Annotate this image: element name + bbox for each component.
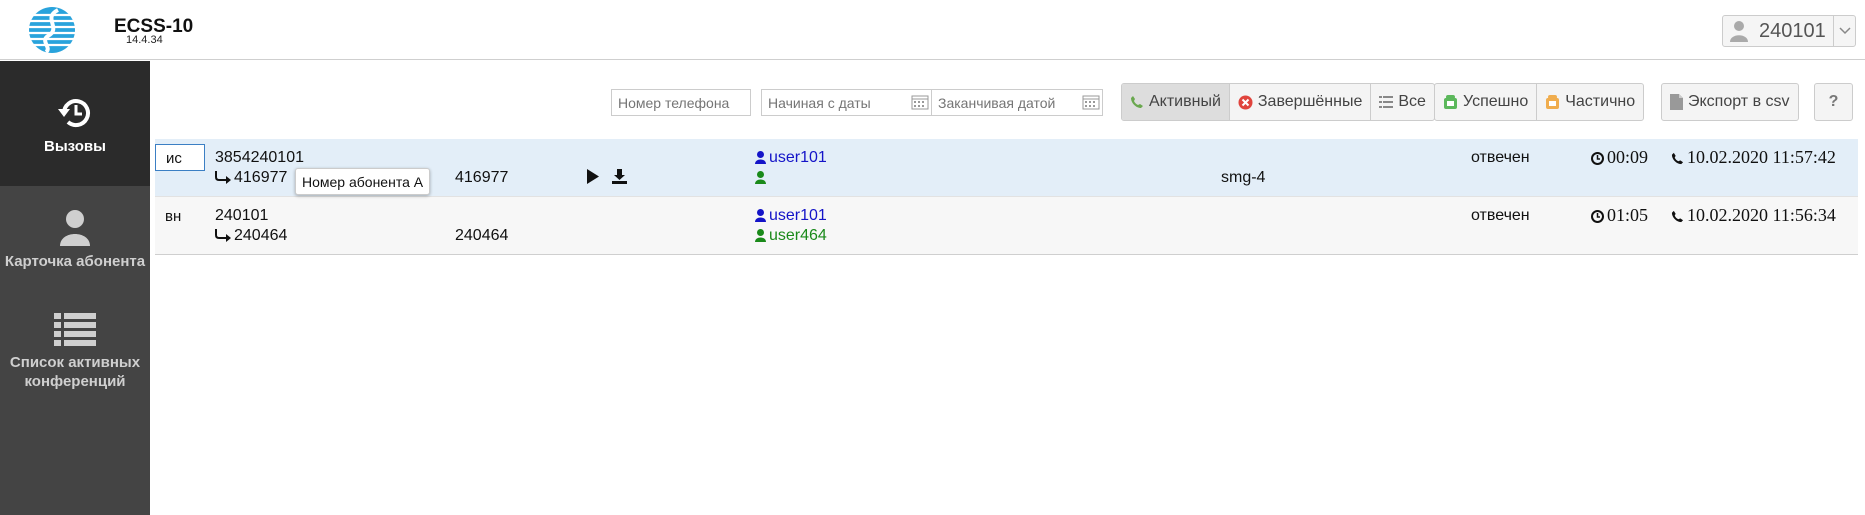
user-menu[interactable]: 240101 (1722, 15, 1856, 47)
result-filter-group: Успешно Частично (1434, 83, 1645, 121)
download-icon[interactable] (612, 169, 627, 189)
app-version: 14.4.34 (126, 34, 163, 46)
number-a: 3854240101 (215, 149, 304, 166)
user-icon (755, 229, 766, 243)
help-group: ? (1814, 83, 1853, 121)
status-filter-group: Активный Завершённые Все (1121, 83, 1435, 121)
user-icon (755, 151, 766, 165)
call-status: отвечен (1471, 149, 1530, 166)
sidebar-item-subscriber-card[interactable]: Карточка абонента (0, 186, 150, 311)
phone-icon (1131, 96, 1143, 108)
filter-active-button[interactable]: Активный (1122, 84, 1230, 120)
sidebar-item-calls[interactable]: Вызовы (0, 61, 150, 186)
user-a[interactable]: user101 (755, 149, 827, 167)
close-circle-icon (1238, 95, 1253, 109)
phone-partial-icon (1546, 95, 1560, 109)
user-icon (755, 209, 766, 223)
filter-toolbar: Активный Завершённые Все Успешно Частичн… (0, 83, 1865, 121)
clock-icon (1591, 152, 1604, 166)
list-icon (54, 313, 96, 346)
calls-table: ис 3854240101 416977 416977 user101 smg-… (155, 139, 1858, 255)
user-b[interactable] (755, 169, 769, 187)
clock-icon (1591, 210, 1604, 224)
date-from-wrap (761, 89, 932, 116)
user-icon (1723, 16, 1755, 46)
table-row[interactable]: вн 240101 240464 240464 user101 user464 … (155, 197, 1858, 255)
user-icon (755, 171, 766, 185)
call-duration: 01:05 (1591, 205, 1648, 226)
user-icon (60, 210, 90, 246)
filter-finished-button[interactable]: Завершённые (1230, 84, 1372, 120)
filter-success-button[interactable]: Успешно (1435, 84, 1538, 120)
calendar-icon[interactable] (911, 94, 929, 110)
date-from-input[interactable] (761, 89, 932, 116)
phone-icon (1671, 211, 1684, 223)
eltex-logo-icon[interactable] (28, 6, 76, 54)
filter-success-label: Успешно (1463, 93, 1529, 110)
date-to-input[interactable] (931, 89, 1103, 116)
sidebar-item-label: Карточка абонента (4, 253, 146, 270)
call-status: отвечен (1471, 207, 1530, 224)
user-a[interactable]: user101 (755, 207, 827, 225)
phone-icon (1671, 153, 1684, 165)
filter-partial-button[interactable]: Частично (1537, 84, 1643, 120)
call-datetime: 10.02.2020 11:57:42 (1671, 147, 1836, 168)
share-arrow-icon (215, 171, 231, 185)
gateway: smg-4 (1221, 169, 1266, 186)
number-b: 416977 (455, 169, 509, 186)
calendar-icon[interactable] (1082, 94, 1100, 110)
redirect-number: 240464 (215, 227, 287, 245)
share-arrow-icon (215, 229, 231, 243)
sidebar: Вызовы Карточка абонента Список активных… (0, 61, 150, 515)
call-direction[interactable]: ис (155, 144, 205, 171)
table-row[interactable]: ис 3854240101 416977 416977 user101 smg-… (155, 139, 1858, 197)
filter-finished-label: Завершённые (1257, 93, 1363, 110)
phone-number-input[interactable] (611, 89, 751, 116)
filter-partial-label: Частично (1565, 93, 1636, 110)
number-b: 240464 (455, 227, 509, 244)
date-to-wrap (931, 89, 1103, 116)
export-csv-button[interactable]: Экспорт в csv (1662, 84, 1798, 120)
file-icon (1670, 94, 1683, 110)
help-button[interactable]: ? (1815, 84, 1852, 120)
list-icon (1379, 96, 1394, 108)
sidebar-item-label: Список активных конференций (9, 354, 141, 390)
filter-active-label: Активный (1149, 93, 1221, 110)
export-csv-label: Экспорт в csv (1688, 93, 1790, 110)
call-direction[interactable]: вн (165, 208, 181, 225)
number-a: 240101 (215, 207, 269, 224)
filter-all-button[interactable]: Все (1371, 84, 1434, 120)
call-duration: 00:09 (1591, 147, 1648, 168)
redirect-number: 416977 (215, 169, 287, 187)
user-b[interactable]: user464 (755, 227, 827, 245)
export-group: Экспорт в csv (1661, 83, 1799, 121)
sidebar-item-conferences[interactable]: Список активных конференций (0, 311, 150, 461)
phone-success-icon (1444, 95, 1457, 109)
play-icon[interactable] (586, 169, 600, 189)
sidebar-item-label: Вызовы (44, 138, 106, 155)
tooltip: Номер абонента А (295, 168, 431, 195)
app-header: ECSS-10 14.4.34 240101 (0, 0, 1865, 60)
chevron-down-icon[interactable] (1833, 16, 1855, 46)
call-datetime: 10.02.2020 11:56:34 (1671, 205, 1836, 226)
user-name: 240101 (1759, 19, 1826, 42)
filter-all-label: Все (1398, 93, 1426, 110)
